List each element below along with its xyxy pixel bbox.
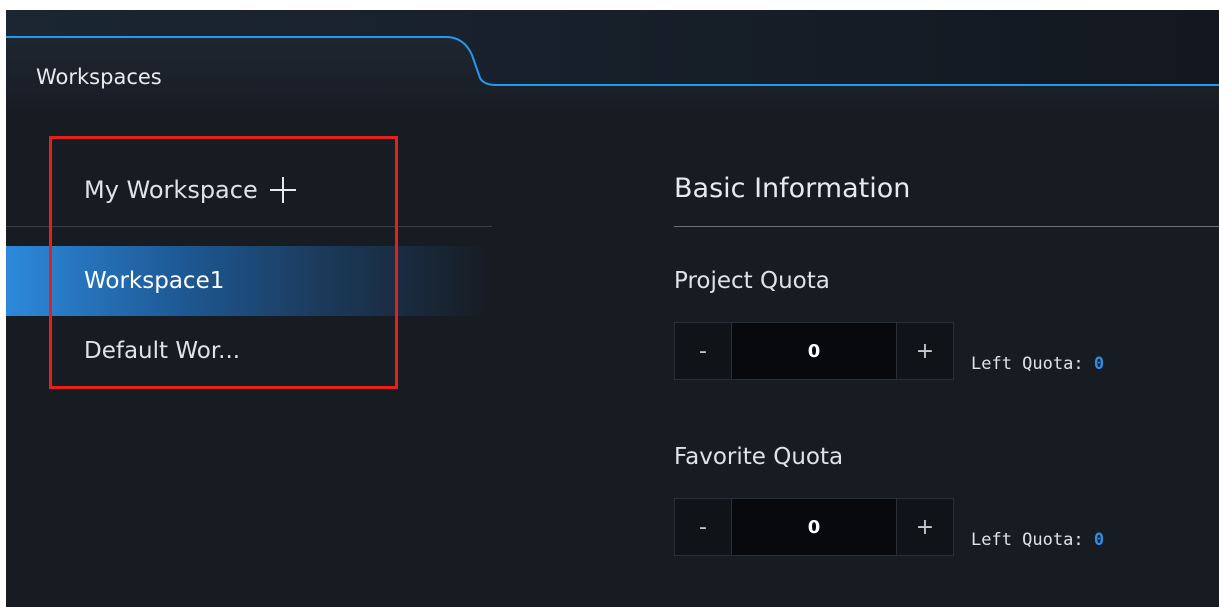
favorite-quota-label: Favorite Quota (674, 444, 844, 470)
project-quota-label: Project Quota (674, 268, 830, 294)
sidebar-item-workspace1[interactable]: Workspace1 (6, 246, 492, 316)
project-quota-value[interactable]: 0 (732, 323, 896, 379)
sidebar-item-label: Workspace1 (84, 268, 225, 294)
left-quota-label: Left Quota: (971, 530, 1084, 550)
section-divider (674, 226, 1219, 227)
left-quota-value: 0 (1093, 354, 1105, 374)
project-quota-decrement-button[interactable]: - (675, 323, 732, 379)
tab-strip: Workspaces (6, 10, 1219, 110)
my-workspace-header: My Workspace (84, 176, 296, 204)
section-title: Basic Information (674, 173, 911, 204)
project-left-quota: Left Quota: 0 (971, 354, 1104, 374)
sidebar-item-label: Default Wor... (84, 338, 241, 364)
left-quota-label: Left Quota: (971, 354, 1084, 374)
tab-workspaces[interactable]: Workspaces (36, 65, 162, 89)
workspaces-panel: Workspaces My Workspace Workspace1 Defau… (6, 10, 1219, 607)
tab-outline (6, 10, 1219, 110)
my-workspace-label: My Workspace (84, 176, 258, 204)
favorite-quota-value[interactable]: 0 (732, 499, 896, 555)
favorite-quota-stepper: - 0 + (674, 498, 954, 556)
favorite-left-quota: Left Quota: 0 (971, 530, 1104, 550)
add-workspace-icon[interactable] (269, 177, 296, 203)
sidebar-item-default-workspace[interactable]: Default Wor... (6, 316, 492, 386)
project-quota-increment-button[interactable]: + (896, 323, 953, 379)
favorite-quota-increment-button[interactable]: + (896, 499, 953, 555)
favorite-quota-decrement-button[interactable]: - (675, 499, 732, 555)
left-quota-value: 0 (1093, 530, 1105, 550)
sidebar-divider (6, 226, 492, 227)
project-quota-stepper: - 0 + (674, 322, 954, 380)
